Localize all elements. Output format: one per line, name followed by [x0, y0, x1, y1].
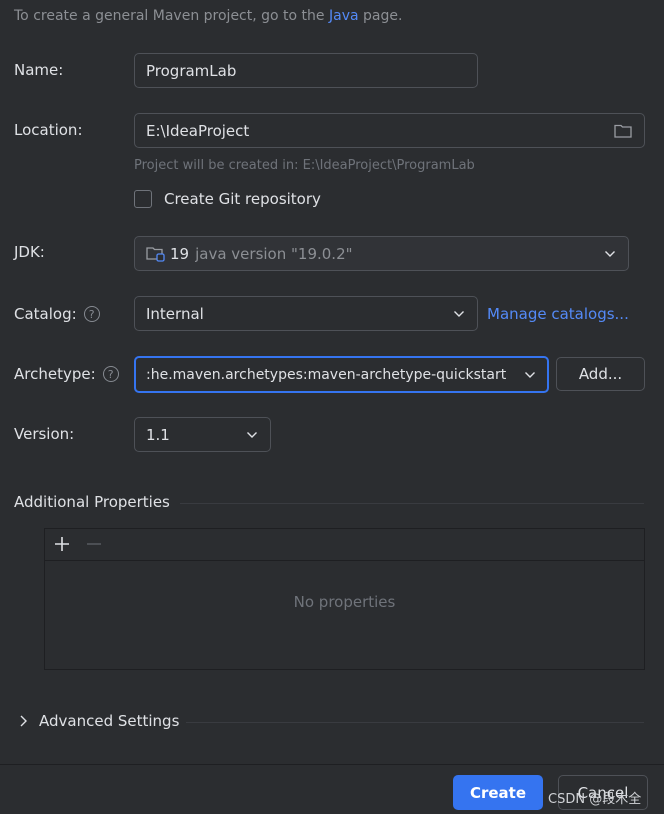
location-label: Location:: [14, 121, 83, 139]
chevron-down-icon[interactable]: [452, 307, 466, 321]
archetype-label-row: Archetype: ?: [14, 365, 119, 383]
java-page-hint: To create a general Maven project, go to…: [14, 8, 402, 24]
catalog-label-row: Catalog: ?: [14, 305, 100, 323]
name-input[interactable]: ProgramLab: [134, 53, 478, 88]
jdk-detail: java version "19.0.2": [195, 244, 353, 263]
section-divider: [180, 503, 644, 504]
location-note: Project will be created in: E:\IdeaProje…: [134, 158, 475, 173]
question-icon[interactable]: ?: [83, 306, 100, 322]
jdk-select[interactable]: 19 java version "19.0.2": [134, 236, 629, 271]
archetype-label: Archetype:: [14, 365, 96, 383]
archetype-value: :he.maven.archetypes:maven-archetype-qui…: [146, 366, 507, 383]
jdk-folder-icon: [146, 245, 166, 263]
catalog-value: Internal: [146, 304, 204, 323]
add-archetype-button[interactable]: Add...: [556, 357, 645, 391]
git-checkbox-label[interactable]: Create Git repository: [164, 190, 321, 208]
footer-divider: [0, 764, 664, 765]
chevron-down-icon[interactable]: [523, 368, 537, 382]
version-select[interactable]: 1.1: [134, 417, 271, 452]
create-button[interactable]: Create: [453, 775, 543, 810]
advanced-settings-toggle[interactable]: Advanced Settings: [39, 712, 179, 730]
chevron-down-icon[interactable]: [245, 428, 259, 442]
properties-table: No properties: [44, 528, 645, 670]
name-label: Name:: [14, 61, 64, 79]
manage-catalogs-link[interactable]: Manage catalogs...: [487, 305, 629, 323]
question-icon[interactable]: ?: [102, 366, 119, 382]
jdk-label: JDK:: [14, 243, 45, 261]
csdn-watermark: CSDN @段木全: [548, 792, 642, 807]
location-input[interactable]: E:\IdeaProject: [134, 113, 645, 148]
jdk-version: 19: [170, 244, 190, 263]
additional-properties-title: Additional Properties: [14, 493, 170, 511]
version-value: 1.1: [146, 425, 170, 444]
chevron-down-icon[interactable]: [603, 247, 617, 261]
java-page-link[interactable]: Java: [329, 8, 359, 24]
advanced-divider: [186, 722, 644, 723]
chevron-right-icon[interactable]: [18, 714, 30, 728]
no-properties-text: No properties: [293, 593, 396, 611]
hint-suffix: page.: [358, 8, 403, 24]
catalog-select[interactable]: Internal: [134, 296, 478, 331]
git-checkbox[interactable]: [134, 190, 152, 208]
location-value: E:\IdeaProject: [146, 121, 250, 140]
catalog-label: Catalog:: [14, 305, 77, 323]
name-value: ProgramLab: [146, 61, 237, 80]
minus-icon: [84, 534, 104, 554]
properties-toolbar: [45, 529, 644, 561]
hint-prefix: To create a general Maven project, go to…: [14, 8, 329, 24]
version-label: Version:: [14, 425, 75, 443]
archetype-select[interactable]: :he.maven.archetypes:maven-archetype-qui…: [134, 356, 549, 393]
plus-icon[interactable]: [52, 534, 72, 554]
folder-icon[interactable]: [613, 122, 633, 140]
